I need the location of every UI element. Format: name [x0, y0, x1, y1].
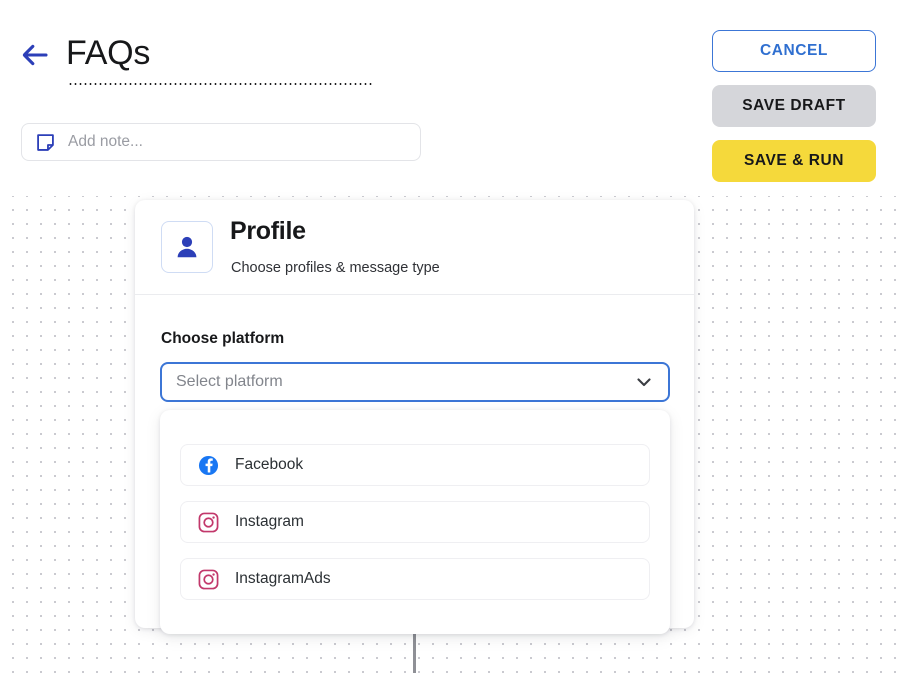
platform-dropdown-panel: Facebook Instagram InstagramAds: [160, 410, 670, 634]
platform-select-value: Select platform: [176, 373, 283, 390]
profile-card-subtitle: Choose profiles & message type: [231, 260, 440, 276]
profile-card-header: Profile Choose profiles & message type: [135, 200, 694, 295]
dropdown-option-label: Instagram: [235, 513, 304, 530]
add-note-input[interactable]: Add note...: [21, 123, 421, 161]
instagram-icon: [198, 569, 219, 590]
title-dotted-underline: [68, 82, 374, 86]
save-draft-button[interactable]: SAVE DRAFT: [712, 85, 876, 127]
save-and-run-button[interactable]: SAVE & RUN: [712, 140, 876, 182]
instagram-icon: [198, 512, 219, 533]
node-connector-line: [413, 633, 416, 673]
platform-select[interactable]: Select platform: [160, 362, 670, 402]
choose-platform-label: Choose platform: [161, 330, 285, 347]
page-title: FAQs: [66, 34, 151, 72]
profile-card-title: Profile: [230, 217, 306, 245]
back-arrow-icon[interactable]: [19, 39, 51, 71]
page-header: FAQs Add note... CANCEL SAVE DRAFT SAVE …: [0, 0, 900, 196]
note-icon: [36, 133, 55, 152]
dropdown-option-label: InstagramAds: [235, 570, 331, 587]
facebook-icon: [198, 455, 219, 476]
dropdown-option-instagramads[interactable]: InstagramAds: [180, 558, 650, 600]
dropdown-option-facebook[interactable]: Facebook: [180, 444, 650, 486]
person-icon: [161, 221, 213, 273]
dropdown-option-label: Facebook: [235, 456, 304, 473]
dropdown-option-instagram[interactable]: Instagram: [180, 501, 650, 543]
cancel-button[interactable]: CANCEL: [712, 30, 876, 72]
add-note-placeholder: Add note...: [68, 133, 143, 150]
chevron-down-icon[interactable]: [634, 372, 654, 392]
